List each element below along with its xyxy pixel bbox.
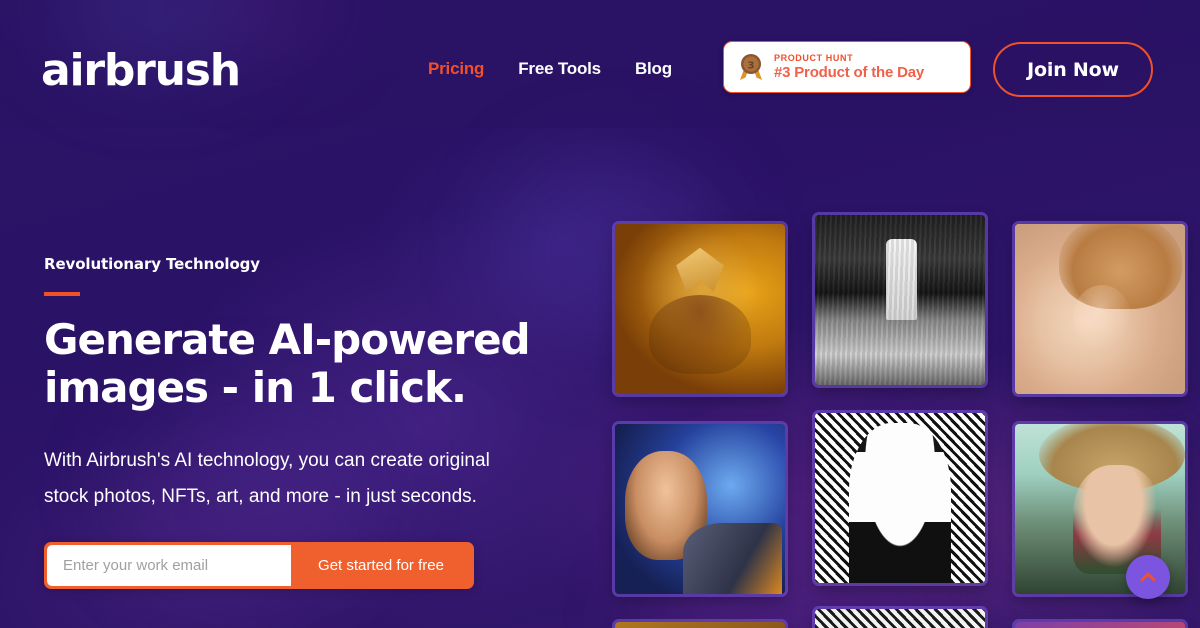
get-started-button[interactable]: Get started for free [291, 545, 471, 586]
artwork-game-character-portrait [615, 424, 785, 594]
artwork-golden-armored-warrior-woman [615, 224, 785, 394]
hero-description: With Airbrush's AI technology, you can c… [44, 450, 490, 507]
nav-link-blog[interactable]: Blog [635, 59, 672, 79]
hero-accent-rule [44, 292, 80, 296]
artwork-colorful-portrait-partial [1015, 622, 1185, 628]
gallery-tile-blonde-woman-portrait[interactable] [1015, 224, 1185, 394]
nav-link-free-tools[interactable]: Free Tools [518, 59, 601, 79]
scroll-to-top-button[interactable] [1126, 555, 1170, 599]
nav-link-pricing[interactable]: Pricing [428, 59, 484, 79]
medal-rank-number: 3 [748, 60, 755, 71]
gallery-tile-monochrome-kitchen-illustration[interactable] [815, 215, 985, 385]
gallery-tile-inked-man-portrait[interactable] [815, 413, 985, 583]
join-now-button[interactable]: Join Now [993, 42, 1153, 97]
page-root: Revolutionary Technology Generate AI-pow… [0, 0, 1200, 628]
gallery-tile-inked-portrait-partial[interactable] [815, 609, 985, 628]
airbrush-logo[interactable]: airbrush [41, 49, 241, 93]
gallery-tile-game-character-portrait[interactable] [615, 424, 785, 594]
gallery-tile-golden-portrait-partial[interactable] [615, 622, 785, 628]
artwork-inked-man-portrait [815, 413, 985, 583]
hero-section: Revolutionary Technology Generate AI-pow… [44, 255, 544, 589]
email-signup-form: Get started for free [44, 542, 474, 589]
page-title: Generate AI-powered images - in 1 click. [44, 315, 531, 412]
artwork-golden-portrait-partial [615, 622, 785, 628]
medal-icon: 3 [740, 54, 762, 80]
product-hunt-text: PRODUCT HUNT #3 Product of the Day [774, 52, 924, 82]
artwork-monochrome-kitchen-illustration [815, 215, 985, 385]
product-hunt-label: PRODUCT HUNT [774, 53, 854, 63]
artwork-blonde-woman-portrait [1015, 224, 1185, 394]
product-hunt-title: #3 Product of the Day [774, 64, 924, 81]
product-hunt-badge[interactable]: 3 PRODUCT HUNT #3 Product of the Day [723, 41, 971, 93]
site-header: airbrush Pricing Free Tools Blog 3 PRODU… [0, 0, 1200, 128]
main-navigation: Pricing Free Tools Blog [428, 59, 672, 79]
gallery-tile-colorful-portrait-partial[interactable] [1015, 622, 1185, 628]
hero-eyebrow: Revolutionary Technology [44, 255, 260, 273]
artwork-inked-portrait-partial [815, 609, 985, 628]
gallery-tile-golden-armored-warrior-woman[interactable] [615, 224, 785, 394]
chevron-up-icon [1140, 572, 1156, 582]
email-field[interactable] [47, 545, 291, 586]
